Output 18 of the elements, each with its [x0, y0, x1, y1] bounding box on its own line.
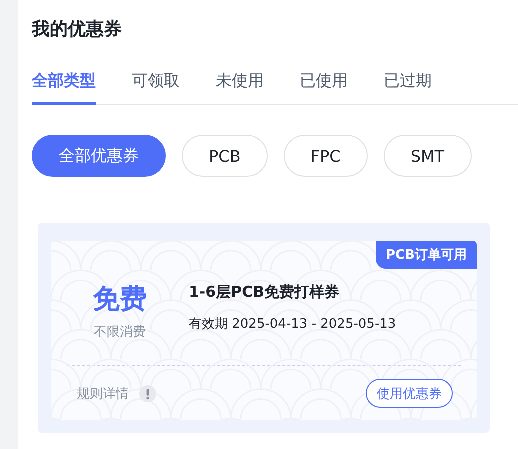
- use-coupon-button[interactable]: 使用优惠券: [366, 379, 453, 408]
- page-title: 我的优惠券: [32, 18, 123, 42]
- filter-chip[interactable]: FPC: [284, 135, 368, 177]
- tab[interactable]: 全部类型: [32, 70, 96, 105]
- tab[interactable]: 可领取: [132, 70, 180, 105]
- coupon-validity: 有效期 2025-04-13 - 2025-05-13: [189, 316, 396, 333]
- coupon-tag: PCB订单可用: [376, 241, 477, 269]
- filter-chip[interactable]: PCB: [182, 135, 268, 177]
- coupon-amount: 免费: [93, 283, 147, 317]
- coupon-condition: 不限消费: [94, 324, 146, 341]
- tab[interactable]: 未使用: [216, 70, 264, 105]
- tab[interactable]: 已使用: [300, 70, 348, 105]
- coupon-name: 1-6层PCB免费打样券: [189, 282, 341, 303]
- filter-chip[interactable]: SMT: [384, 135, 472, 177]
- rules-label: 规则详情: [77, 386, 129, 402]
- info-icon[interactable]: [139, 384, 157, 402]
- filter-chip[interactable]: 全部优惠券: [32, 135, 166, 177]
- tab[interactable]: 已过期: [384, 70, 432, 105]
